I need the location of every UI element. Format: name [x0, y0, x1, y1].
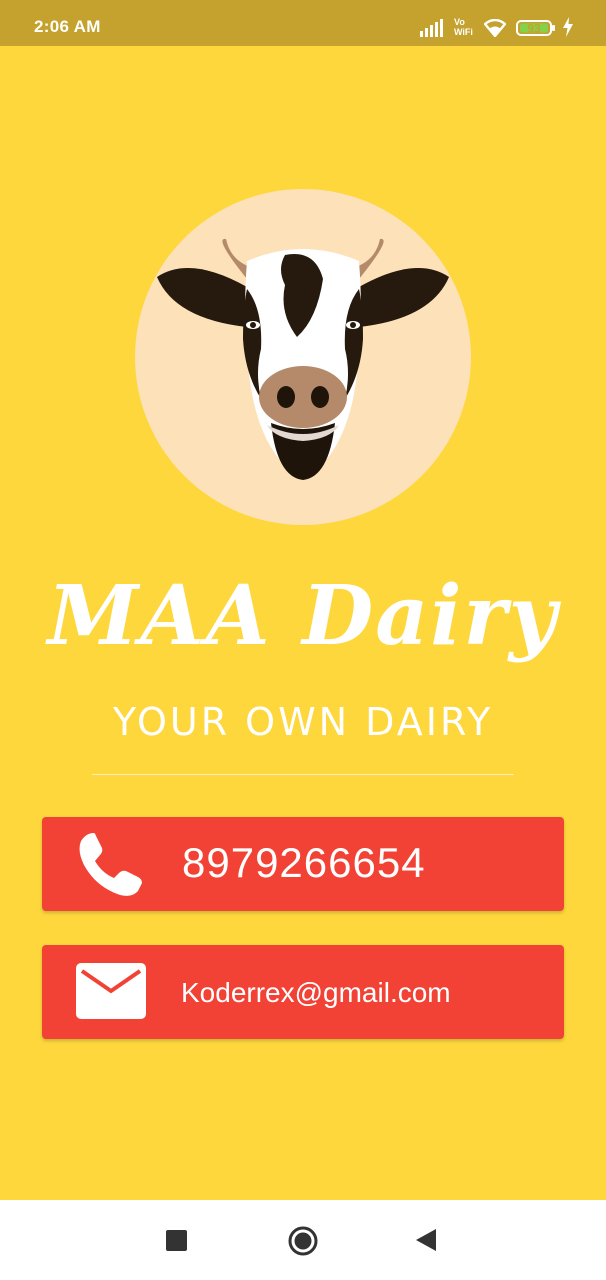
recent-apps-icon[interactable]	[166, 1230, 187, 1251]
signal-icon	[420, 19, 443, 37]
home-icon[interactable]	[288, 1226, 318, 1256]
battery-level: 93	[527, 22, 541, 36]
brand-name: MAA Dairy	[45, 568, 562, 664]
phone-icon	[79, 833, 142, 896]
back-icon[interactable]	[414, 1227, 438, 1253]
vowifi-icon: Vo WiFi	[454, 18, 478, 38]
brand-wordmark: MAA Dairy	[45, 568, 562, 664]
tagline: YOUR OWN DAIRY	[112, 700, 494, 744]
cow-head-icon	[157, 238, 449, 480]
mail-icon	[76, 963, 146, 1019]
phone-number: 8979266654	[182, 839, 426, 886]
battery-icon: 93	[516, 20, 555, 36]
status-bar: 2:06 AM Vo WiFi 93	[0, 0, 606, 46]
logo-circle	[135, 189, 471, 525]
status-time: 2:06 AM	[34, 17, 101, 36]
status-icons: Vo WiFi 93	[420, 16, 580, 38]
call-button[interactable]: 8979266654	[42, 817, 564, 911]
nav-bar	[0, 1200, 606, 1280]
wifi-icon	[484, 19, 506, 37]
email-address: Koderrex@gmail.com	[181, 977, 451, 1008]
brand-logo: MAA Dairy	[0, 548, 606, 698]
divider	[92, 774, 514, 775]
email-button[interactable]: Koderrex@gmail.com	[42, 945, 564, 1039]
charging-icon	[563, 17, 573, 37]
